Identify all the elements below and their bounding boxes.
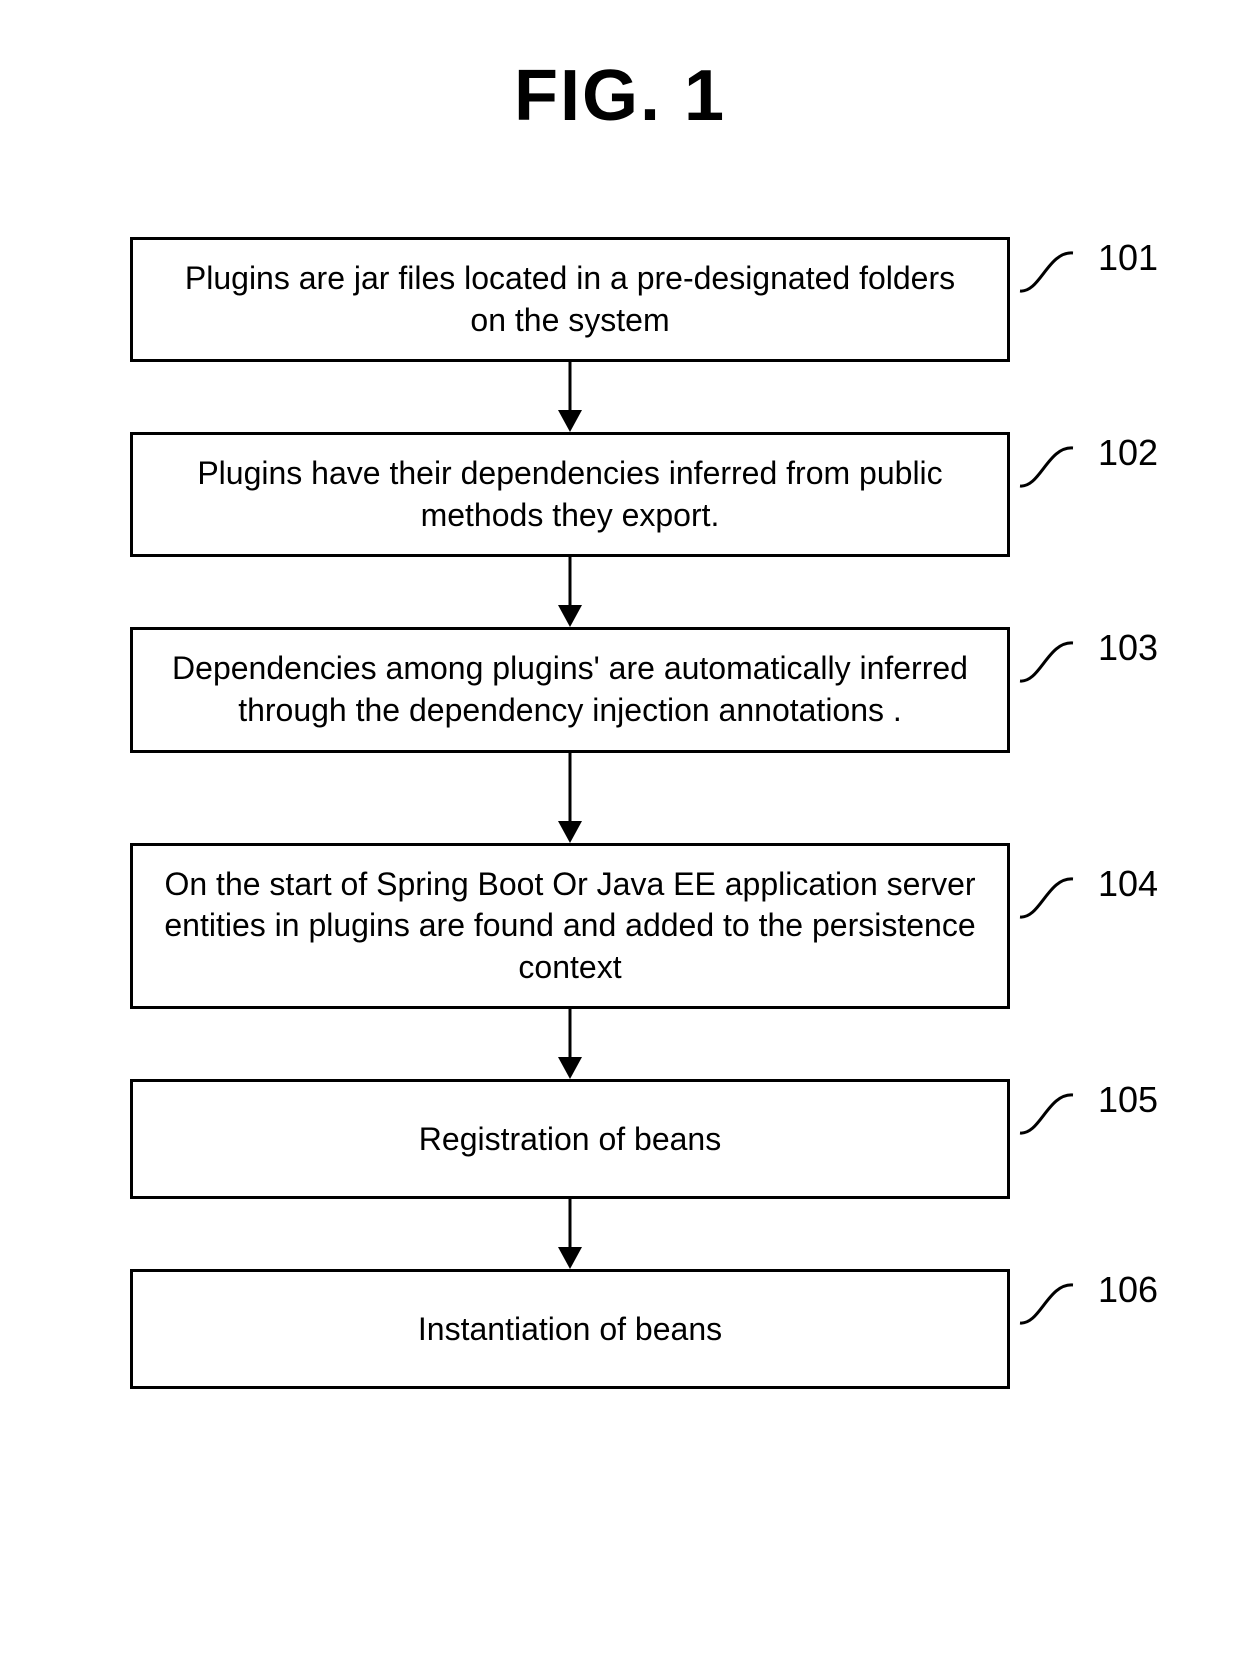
arrow-down-2 [130,557,1010,627]
flowchart-container: Plugins are jar files located in a pre-d… [70,177,1170,1389]
step-box-106: Instantiation of beans [130,1269,1010,1389]
step-text-102: Plugins have their dependencies inferred… [163,453,977,536]
arrow-down-4 [130,1009,1010,1079]
step-number-103: 103 [1098,627,1158,669]
connector-curve-icon [1018,869,1098,924]
step-text-103: Dependencies among plugins' are automati… [163,648,977,731]
step-text-101: Plugins are jar files located in a pre-d… [163,258,977,341]
step-row-104: On the start of Spring Boot Or Java EE a… [70,843,1170,1010]
step-text-106: Instantiation of beans [418,1309,722,1351]
connector-curve-icon [1018,438,1098,493]
step-text-105: Registration of beans [419,1119,721,1161]
arrow-down-icon [550,1199,590,1269]
arrow-down-icon [550,753,590,843]
step-row-103: Dependencies among plugins' are automati… [70,627,1170,752]
step-number-106: 106 [1098,1269,1158,1311]
step-label-wrap-101: 101 [1018,237,1158,298]
arrow-down-icon [550,557,590,627]
step-label-wrap-103: 103 [1018,627,1158,688]
step-number-105: 105 [1098,1079,1158,1121]
step-number-101: 101 [1098,237,1158,279]
connector-curve-icon [1018,243,1098,298]
step-box-101: Plugins are jar files located in a pre-d… [130,237,1010,362]
step-box-103: Dependencies among plugins' are automati… [130,627,1010,752]
step-row-101: Plugins are jar files located in a pre-d… [70,237,1170,362]
step-label-wrap-105: 105 [1018,1079,1158,1140]
step-box-102: Plugins have their dependencies inferred… [130,432,1010,557]
step-row-105: Registration of beans 105 [70,1079,1170,1199]
arrow-down-icon [550,362,590,432]
figure-title: FIG. 1 [0,0,1240,177]
step-row-102: Plugins have their dependencies inferred… [70,432,1170,557]
connector-curve-icon [1018,1275,1098,1330]
step-row-106: Instantiation of beans 106 [70,1269,1170,1389]
step-number-104: 104 [1098,863,1158,905]
step-box-105: Registration of beans [130,1079,1010,1199]
arrow-down-icon [550,1009,590,1079]
step-label-wrap-106: 106 [1018,1269,1158,1330]
step-box-104: On the start of Spring Boot Or Java EE a… [130,843,1010,1010]
step-label-wrap-102: 102 [1018,432,1158,493]
arrow-down-5 [130,1199,1010,1269]
arrow-down-3 [130,753,1010,843]
arrow-down-1 [130,362,1010,432]
connector-curve-icon [1018,633,1098,688]
step-number-102: 102 [1098,432,1158,474]
step-label-wrap-104: 104 [1018,843,1158,924]
connector-curve-icon [1018,1085,1098,1140]
step-text-104: On the start of Spring Boot Or Java EE a… [163,864,977,989]
